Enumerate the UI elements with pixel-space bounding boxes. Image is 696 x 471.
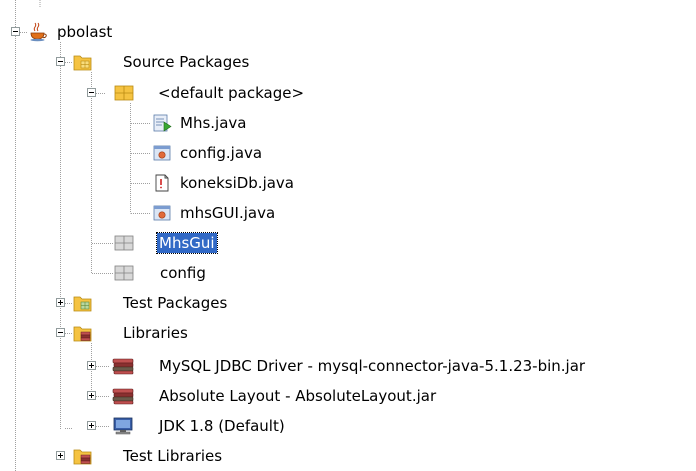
file-label: mhsGUI.java	[180, 204, 276, 222]
libraries-folder-icon	[73, 446, 93, 466]
project-tree: pbolast Source Packages <default package…	[0, 0, 696, 471]
library-label: Absolute Layout - AbsoluteLayout.jar	[159, 387, 437, 405]
tree-node-library[interactable]: Absolute Layout - AbsoluteLayout.jar	[0, 384, 696, 408]
library-label: MySQL JDBC Driver - mysql-connector-java…	[159, 357, 586, 375]
java-file-icon	[152, 173, 172, 193]
expand-toggle[interactable]	[56, 451, 65, 460]
tree-node-libraries[interactable]: Libraries	[0, 321, 696, 345]
jdk-monitor-icon	[112, 416, 133, 436]
jar-library-icon	[112, 386, 134, 406]
form-file-icon	[152, 143, 172, 163]
jar-library-icon	[112, 356, 134, 376]
package-icon	[114, 83, 134, 103]
tree-node-file[interactable]: koneksiDb.java	[0, 171, 696, 195]
form-file-icon	[152, 203, 172, 223]
source-packages-label: Source Packages	[123, 53, 250, 71]
tree-node-source-packages[interactable]: Source Packages	[0, 50, 696, 74]
source-folder-icon	[73, 52, 93, 72]
expand-toggle[interactable]	[87, 391, 96, 400]
expand-toggle[interactable]	[87, 361, 96, 370]
library-label: JDK 1.8 (Default)	[159, 417, 285, 435]
tree-node-library[interactable]: MySQL JDBC Driver - mysql-connector-java…	[0, 354, 696, 378]
expand-toggle[interactable]	[56, 298, 65, 307]
libraries-folder-icon	[73, 323, 93, 343]
file-label: Mhs.java	[180, 114, 247, 132]
tree-node-project[interactable]: pbolast	[0, 20, 696, 44]
tree-node-package-mhsgui[interactable]: MhsGui	[0, 231, 696, 255]
test-packages-label: Test Packages	[123, 294, 228, 312]
test-libraries-label: Test Libraries	[123, 447, 223, 465]
file-label: koneksiDb.java	[180, 174, 295, 192]
package-label: config	[160, 264, 206, 282]
main-class-file-icon	[152, 113, 172, 133]
empty-package-icon	[114, 233, 134, 253]
collapse-toggle[interactable]	[87, 88, 96, 97]
test-folder-icon	[73, 293, 93, 313]
expand-toggle[interactable]	[87, 421, 96, 430]
file-label: config.java	[180, 144, 263, 162]
collapse-toggle[interactable]	[56, 328, 65, 337]
project-label: pbolast	[57, 23, 113, 41]
tree-node-test-packages[interactable]: Test Packages	[0, 291, 696, 315]
collapse-toggle[interactable]	[11, 27, 20, 36]
default-package-label: <default package>	[158, 84, 305, 102]
tree-node-package-config[interactable]: config	[0, 261, 696, 285]
package-label: MhsGui	[156, 232, 218, 254]
tree-node-test-libraries[interactable]: Test Libraries	[0, 444, 696, 468]
tree-node-file[interactable]: mhsGUI.java	[0, 201, 696, 225]
collapse-toggle[interactable]	[56, 57, 65, 66]
empty-package-icon	[114, 263, 134, 283]
libraries-label: Libraries	[123, 324, 188, 342]
tree-node-library[interactable]: JDK 1.8 (Default)	[0, 414, 696, 438]
java-project-icon	[28, 22, 48, 42]
tree-node-default-package[interactable]: <default package>	[0, 81, 696, 105]
tree-node-file[interactable]: Mhs.java	[0, 111, 696, 135]
tree-node-file[interactable]: config.java	[0, 141, 696, 165]
